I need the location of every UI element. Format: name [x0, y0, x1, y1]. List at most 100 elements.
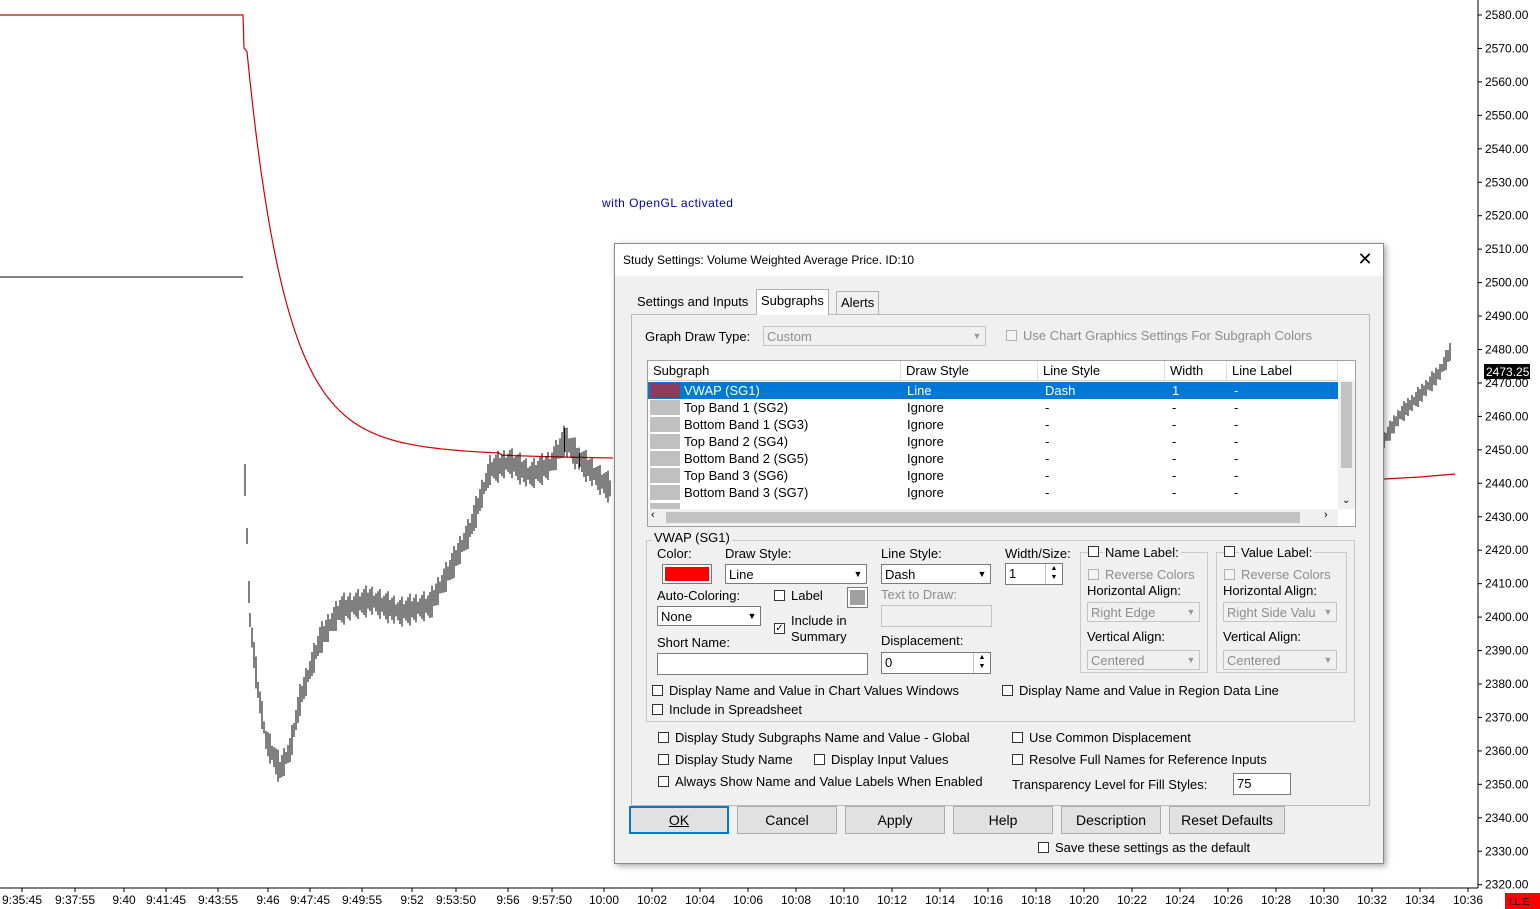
table-row[interactable]: Bottom Band 3 (SG7) Ignore - - - [648, 484, 1338, 501]
table-cell-draw-style: Line [907, 383, 932, 398]
include-spreadsheet-checkbox[interactable] [652, 704, 663, 715]
value-label-checkbox[interactable] [1224, 546, 1235, 557]
short-name-input[interactable] [657, 653, 868, 675]
always-show-checkbox[interactable] [658, 776, 669, 787]
name-v-align-select[interactable]: Centered ▼ [1087, 650, 1200, 670]
horizontal-scrollbar[interactable]: ‹ › [648, 509, 1338, 526]
tab-subgraphs[interactable]: Subgraphs [756, 289, 829, 315]
name-h-align-select[interactable]: Right Edge ▼ [1087, 602, 1200, 622]
table-row[interactable]: Top Band 3 (SG6) Ignore - - - [648, 467, 1338, 484]
color-label: Color: [657, 546, 692, 561]
vertical-scrollbar[interactable]: ⌄ [1338, 380, 1355, 509]
label-checkbox[interactable] [774, 590, 785, 601]
table-row[interactable]: Top Band 1 (SG2) Ignore - - - [648, 399, 1338, 416]
table-cell-subgraph: Bottom Band 1 (SG3) [684, 417, 809, 432]
table-cell-subgraph: Top Band 1 (SG2) [684, 400, 789, 415]
table-cell-width: 1 [1172, 383, 1180, 398]
chevron-down-icon: ▼ [1186, 607, 1196, 617]
subgraph-color-swatch [650, 468, 680, 483]
label-color-button[interactable] [847, 587, 868, 608]
line-style-select[interactable]: Dash ▼ [881, 564, 991, 584]
graph-draw-type-select[interactable]: Custom ▼ [763, 326, 986, 346]
column-header[interactable]: Draw Style [901, 361, 1038, 380]
column-header[interactable]: Subgraph [648, 361, 901, 380]
display-global-checkbox[interactable] [658, 732, 669, 743]
auto-coloring-select[interactable]: None ▼ [657, 606, 761, 626]
time-tick-label: 10:04 [685, 893, 715, 907]
column-header[interactable]: Width [1165, 361, 1227, 380]
time-tick-label: 9:41:45 [146, 893, 186, 907]
vwap-series-left [0, 14, 614, 459]
include-summary-checkbox[interactable]: ✓ [774, 623, 785, 634]
time-tick-label: 9:40 [112, 893, 136, 907]
name-label-checkbox[interactable] [1088, 546, 1099, 557]
close-icon[interactable]: ✕ [1355, 248, 1375, 270]
value-v-align-select[interactable]: Centered ▼ [1223, 650, 1337, 670]
resolve-full-names-checkbox[interactable] [1012, 754, 1023, 765]
table-row[interactable]: Top Band 2 (SG4) Ignore - - - [648, 433, 1338, 450]
tab-settings-and-inputs[interactable]: Settings and Inputs [633, 291, 752, 313]
use-chart-graphics-label: Use Chart Graphics Settings For Subgraph… [1023, 328, 1313, 343]
use-chart-graphics-checkbox[interactable] [1006, 330, 1017, 341]
scroll-thumb [1341, 382, 1352, 468]
save-default-checkbox[interactable] [1038, 842, 1049, 853]
time-tick-label: 10:08 [781, 893, 811, 907]
name-reverse-colors-checkbox[interactable] [1088, 569, 1099, 580]
display-input-values-checkbox[interactable] [814, 754, 825, 765]
line-style-label: Line Style: [881, 546, 942, 561]
value-reverse-colors-checkbox[interactable] [1224, 569, 1235, 580]
short-name-label: Short Name: [657, 635, 730, 650]
table-cell-width: - [1172, 417, 1177, 432]
table-cell-line-label: - [1234, 434, 1239, 449]
draw-style-select[interactable]: Line ▼ [725, 564, 867, 584]
value-v-align-label: Vertical Align: [1223, 629, 1302, 644]
label-checkbox-label: Label [791, 588, 823, 603]
display-global-label: Display Study Subgraphs Name and Value -… [675, 730, 970, 745]
cancel-button[interactable]: Cancel [737, 806, 837, 834]
column-header[interactable]: Line Style [1038, 361, 1165, 380]
value-h-align-label: Horizontal Align: [1223, 583, 1317, 598]
width-size-input[interactable]: 1 ▲ ▼ [1005, 563, 1063, 585]
table-row[interactable]: VWAP (SG1) Line Dash 1 - [648, 382, 1338, 399]
displacement-input[interactable]: 0 ▲ ▼ [881, 652, 991, 674]
time-tick-label: 10:06 [733, 893, 763, 907]
table-cell-draw-style: Ignore [907, 417, 944, 432]
table-row[interactable]: Bottom Band 2 (SG5) Ignore - - - [648, 450, 1338, 467]
ok-button[interactable]: OK [629, 806, 729, 834]
resolve-full-names-label: Resolve Full Names for Reference Inputs [1029, 752, 1267, 767]
price-tick-label: 2520.00 [1485, 209, 1529, 223]
column-header[interactable]: Line Label [1227, 361, 1338, 380]
tab-alerts[interactable]: Alerts [836, 291, 880, 314]
price-tick-label: 2550.00 [1485, 108, 1529, 122]
price-tick-label: 2390.00 [1485, 644, 1529, 658]
table-cell-subgraph: VWAP (SG1) [684, 383, 760, 398]
chevron-down-icon: ⌄ [1342, 495, 1351, 506]
help-button[interactable]: Help [953, 806, 1053, 834]
price-tick-label: 2360.00 [1485, 744, 1529, 758]
display-chart-values-checkbox[interactable] [652, 685, 663, 696]
value-reverse-colors-label: Reverse Colors [1241, 567, 1331, 582]
text-to-draw-input[interactable] [881, 605, 992, 627]
display-study-name-checkbox[interactable] [658, 754, 669, 765]
use-common-displacement-checkbox[interactable] [1012, 732, 1023, 743]
price-tick-label: 2330.00 [1485, 844, 1529, 858]
color-swatch-button[interactable] [662, 564, 712, 584]
table-cell-line-style: - [1045, 485, 1050, 500]
time-tick-label: 10:36 [1453, 893, 1483, 907]
current-price-label: 2473.25 [1486, 365, 1530, 379]
time-tick-label: 9:57:50 [532, 893, 572, 907]
table-cell-width: - [1172, 451, 1177, 466]
text-to-draw-label: Text to Draw: [881, 587, 957, 602]
table-cell-width: - [1172, 434, 1177, 449]
table-row[interactable]: Bottom Band 1 (SG3) Ignore - - - [648, 416, 1338, 433]
apply-button[interactable]: Apply [845, 806, 945, 834]
price-tick-label: 2460.00 [1485, 409, 1529, 423]
subgraph-table[interactable]: Subgraph Draw Style Line Style Width Lin… [647, 360, 1356, 527]
display-region-data-checkbox[interactable] [1002, 685, 1013, 696]
dialog-titlebar[interactable]: Study Settings: Volume Weighted Average … [615, 244, 1383, 276]
time-tick-label: 10:12 [877, 893, 907, 907]
reset-defaults-button[interactable]: Reset Defaults [1169, 806, 1285, 834]
value-h-align-select[interactable]: Right Side Valu ▼ [1223, 602, 1337, 622]
transparency-input[interactable]: 75 [1233, 773, 1291, 795]
description-button[interactable]: Description [1061, 806, 1161, 834]
